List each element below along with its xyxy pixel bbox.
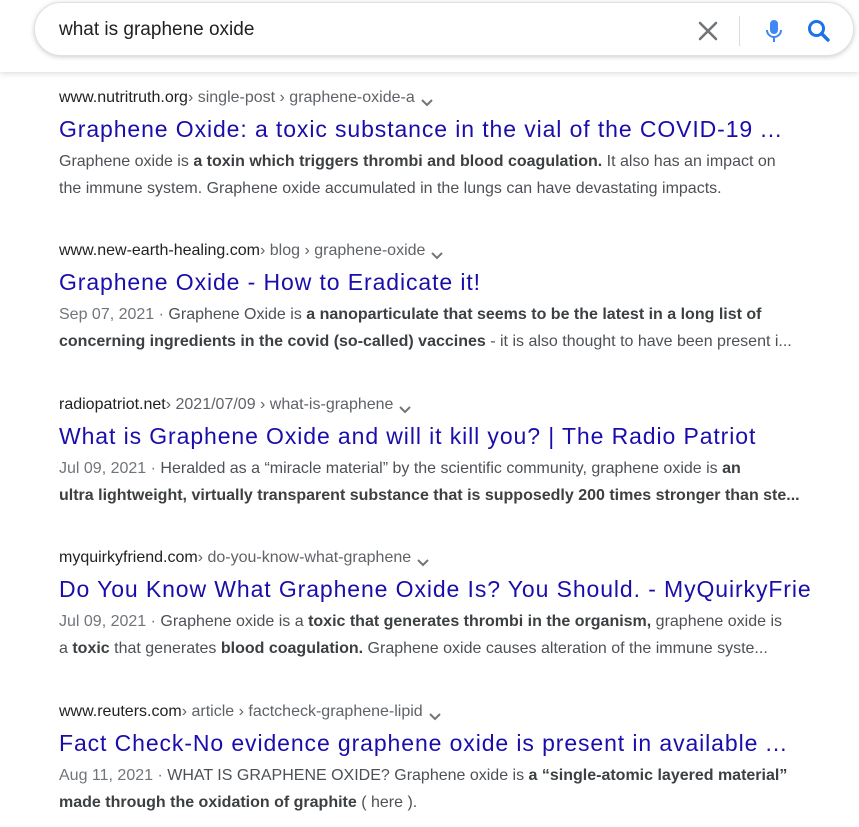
result-title-link[interactable]: Graphene Oxide - How to Eradicate it! xyxy=(59,267,859,297)
result-snippet: Graphene oxide is a toxin which triggers… xyxy=(59,148,831,202)
search-icon xyxy=(808,20,830,42)
chevron-down-icon[interactable] xyxy=(430,246,444,260)
search-box xyxy=(34,2,854,56)
result-path: › do-you-know-what-graphene xyxy=(197,549,412,566)
search-result: www.nutritruth.org › single-post › graph… xyxy=(59,87,859,202)
snippet-text: Heralded as a “miracle material” by the … xyxy=(160,460,723,477)
result-snippet: Sep 07, 2021 · Graphene Oxide is a nanop… xyxy=(59,301,831,355)
search-result: www.new-earth-healing.com › blog › graph… xyxy=(59,240,859,355)
close-icon xyxy=(698,21,718,41)
snippet-highlight: a nanoparticulate that seems to be the l… xyxy=(306,306,762,323)
snippet-text: It also has an impact on xyxy=(602,153,776,170)
snippet-line: made through the oxidation of graphite (… xyxy=(59,789,831,816)
snippet-text: Graphene oxide is xyxy=(59,153,194,170)
snippet-highlight: toxic that generates thrombi in the orga… xyxy=(308,613,652,630)
result-domain: www.reuters.com xyxy=(59,703,182,720)
snippet-text: WHAT IS GRAPHENE OXIDE? Graphene oxide i… xyxy=(167,767,529,784)
snippet-text: Graphene oxide causes alteration of the … xyxy=(363,640,768,657)
result-title-link[interactable]: Do You Know What Graphene Oxide Is? You … xyxy=(59,574,859,604)
result-url-breadcrumb[interactable]: radiopatriot.net › 2021/07/09 › what-is-… xyxy=(59,394,859,416)
snippet-line: ultra lightweight, virtually transparent… xyxy=(59,482,831,509)
snippet-text: that generates xyxy=(109,640,221,657)
result-snippet: Aug 11, 2021 · WHAT IS GRAPHENE OXIDE? G… xyxy=(59,762,831,816)
snippet-text: - it is also thought to have been presen… xyxy=(485,333,792,350)
result-date: Jul 09, 2021 · xyxy=(59,613,161,630)
snippet-line: concerning ingredients in the covid (so-… xyxy=(59,328,831,355)
result-path: › single-post › graphene-oxide-a xyxy=(187,89,415,106)
result-domain: www.nutritruth.org xyxy=(59,89,188,106)
snippet-highlight: a “single-atomic layered material” xyxy=(528,767,788,784)
snippet-highlight: toxic xyxy=(72,640,110,657)
chevron-down-icon[interactable] xyxy=(416,553,430,567)
snippet-line: Jul 09, 2021 · Heralded as a “miracle ma… xyxy=(59,455,831,482)
snippet-highlight: blood coagulation. xyxy=(220,640,364,657)
chevron-down-icon[interactable] xyxy=(420,93,434,107)
result-path: › blog › graphene-oxide xyxy=(259,242,426,259)
snippet-highlight: concerning ingredients in the covid (so-… xyxy=(59,333,486,350)
result-snippet: Jul 09, 2021 · Heralded as a “miracle ma… xyxy=(59,455,831,509)
result-date: Sep 07, 2021 · xyxy=(59,306,169,323)
snippet-text: ( here ). xyxy=(356,794,418,811)
snippet-line: Graphene oxide is a toxin which triggers… xyxy=(59,148,831,175)
voice-search-button[interactable] xyxy=(761,17,787,45)
snippet-text: Graphene Oxide is xyxy=(168,306,307,323)
result-path: › 2021/07/09 › what-is-graphene xyxy=(165,396,394,413)
snippet-line: Jul 09, 2021 · Graphene oxide is a toxic… xyxy=(59,608,831,635)
clear-button[interactable] xyxy=(695,18,721,44)
chevron-down-icon[interactable] xyxy=(398,400,412,414)
result-url-breadcrumb[interactable]: www.nutritruth.org › single-post › graph… xyxy=(59,87,859,109)
search-box-divider xyxy=(739,16,740,46)
snippet-text: the immune system. Graphene oxide accumu… xyxy=(59,180,722,197)
result-url-breadcrumb[interactable]: www.reuters.com › article › factcheck-gr… xyxy=(59,701,859,723)
snippet-highlight: made through the oxidation of graphite xyxy=(59,794,357,811)
result-title-link[interactable]: Fact Check-No evidence graphene oxide is… xyxy=(59,728,859,758)
result-title-link[interactable]: Graphene Oxide: a toxic substance in the… xyxy=(59,114,859,144)
chevron-down-icon[interactable] xyxy=(428,707,442,721)
result-date: Jul 09, 2021 · xyxy=(59,460,161,477)
search-result: www.reuters.com › article › factcheck-gr… xyxy=(59,701,859,816)
result-path: › article › factcheck-graphene-lipid xyxy=(181,703,423,720)
snippet-text: Graphene oxide is a xyxy=(160,613,309,630)
result-title-link[interactable]: What is Graphene Oxide and will it kill … xyxy=(59,421,859,451)
result-domain: myquirkyfriend.com xyxy=(59,549,198,566)
search-result: radiopatriot.net › 2021/07/09 › what-is-… xyxy=(59,394,859,509)
search-input[interactable] xyxy=(59,17,679,43)
result-url-breadcrumb[interactable]: www.new-earth-healing.com › blog › graph… xyxy=(59,240,859,262)
snippet-line: Sep 07, 2021 · Graphene Oxide is a nanop… xyxy=(59,301,831,328)
top-bar xyxy=(0,0,859,72)
result-domain: radiopatriot.net xyxy=(59,396,166,413)
result-snippet: Jul 09, 2021 · Graphene oxide is a toxic… xyxy=(59,608,831,662)
snippet-highlight: a toxin which triggers thrombi and blood… xyxy=(193,153,603,170)
search-result: myquirkyfriend.com › do-you-know-what-gr… xyxy=(59,547,859,662)
result-domain: www.new-earth-healing.com xyxy=(59,242,260,259)
snippet-line: the immune system. Graphene oxide accumu… xyxy=(59,175,831,202)
snippet-highlight: an xyxy=(722,460,741,477)
snippet-line: Aug 11, 2021 · WHAT IS GRAPHENE OXIDE? G… xyxy=(59,762,831,789)
snippet-highlight: ultra lightweight, virtually transparent… xyxy=(59,487,800,504)
snippet-text: a xyxy=(59,640,73,657)
microphone-icon xyxy=(766,20,782,42)
snippet-text: graphene oxide is xyxy=(651,613,782,630)
search-button[interactable] xyxy=(805,17,833,45)
snippet-line: a toxic that generates blood coagulation… xyxy=(59,635,831,662)
result-url-breadcrumb[interactable]: myquirkyfriend.com › do-you-know-what-gr… xyxy=(59,547,859,569)
result-date: Aug 11, 2021 · xyxy=(59,767,168,784)
